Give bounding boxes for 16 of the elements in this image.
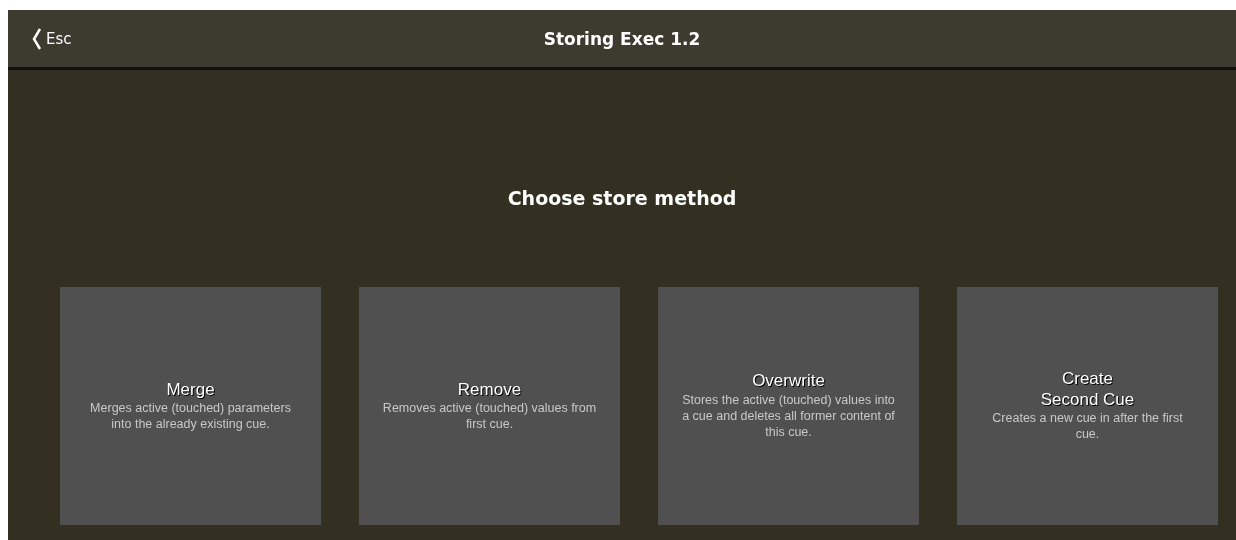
option-description: Creates a new cue in after the first cue.: [991, 410, 1184, 443]
prompt-heading: Choose store method: [507, 187, 737, 209]
option-title: Remove: [457, 379, 522, 400]
option-description: Stores the active (touched) values into a cue and deletes all former content of this cue.: [681, 391, 896, 441]
store-method-button[interactable]: Create Second Cue Creates a new cue in after the first cue.: [957, 287, 1218, 525]
option-description: Merges active (touched) parameters into the already existing cue.: [89, 399, 292, 433]
option-title: Create Second Cue: [1040, 369, 1135, 411]
store-method-button[interactable]: Overwrite Stores the active (touched) values into a cue and deletes all former content of this cue.: [658, 287, 919, 525]
store-method-button[interactable]: Merge Merges active (touched) parameters into the already existing cue.: [60, 287, 321, 525]
option-description: Removes active (touched) values from first cue.: [382, 399, 597, 433]
window-title: Storing Exec 1.2: [543, 28, 701, 49]
store-method-button[interactable]: Remove Removes active (touched) values from first cue.: [359, 287, 620, 525]
chevron-left-icon: [32, 27, 42, 50]
option-title: Merge: [166, 379, 215, 400]
option-title: Overwrite: [752, 371, 825, 392]
esc-button[interactable]: Esc: [32, 10, 72, 67]
